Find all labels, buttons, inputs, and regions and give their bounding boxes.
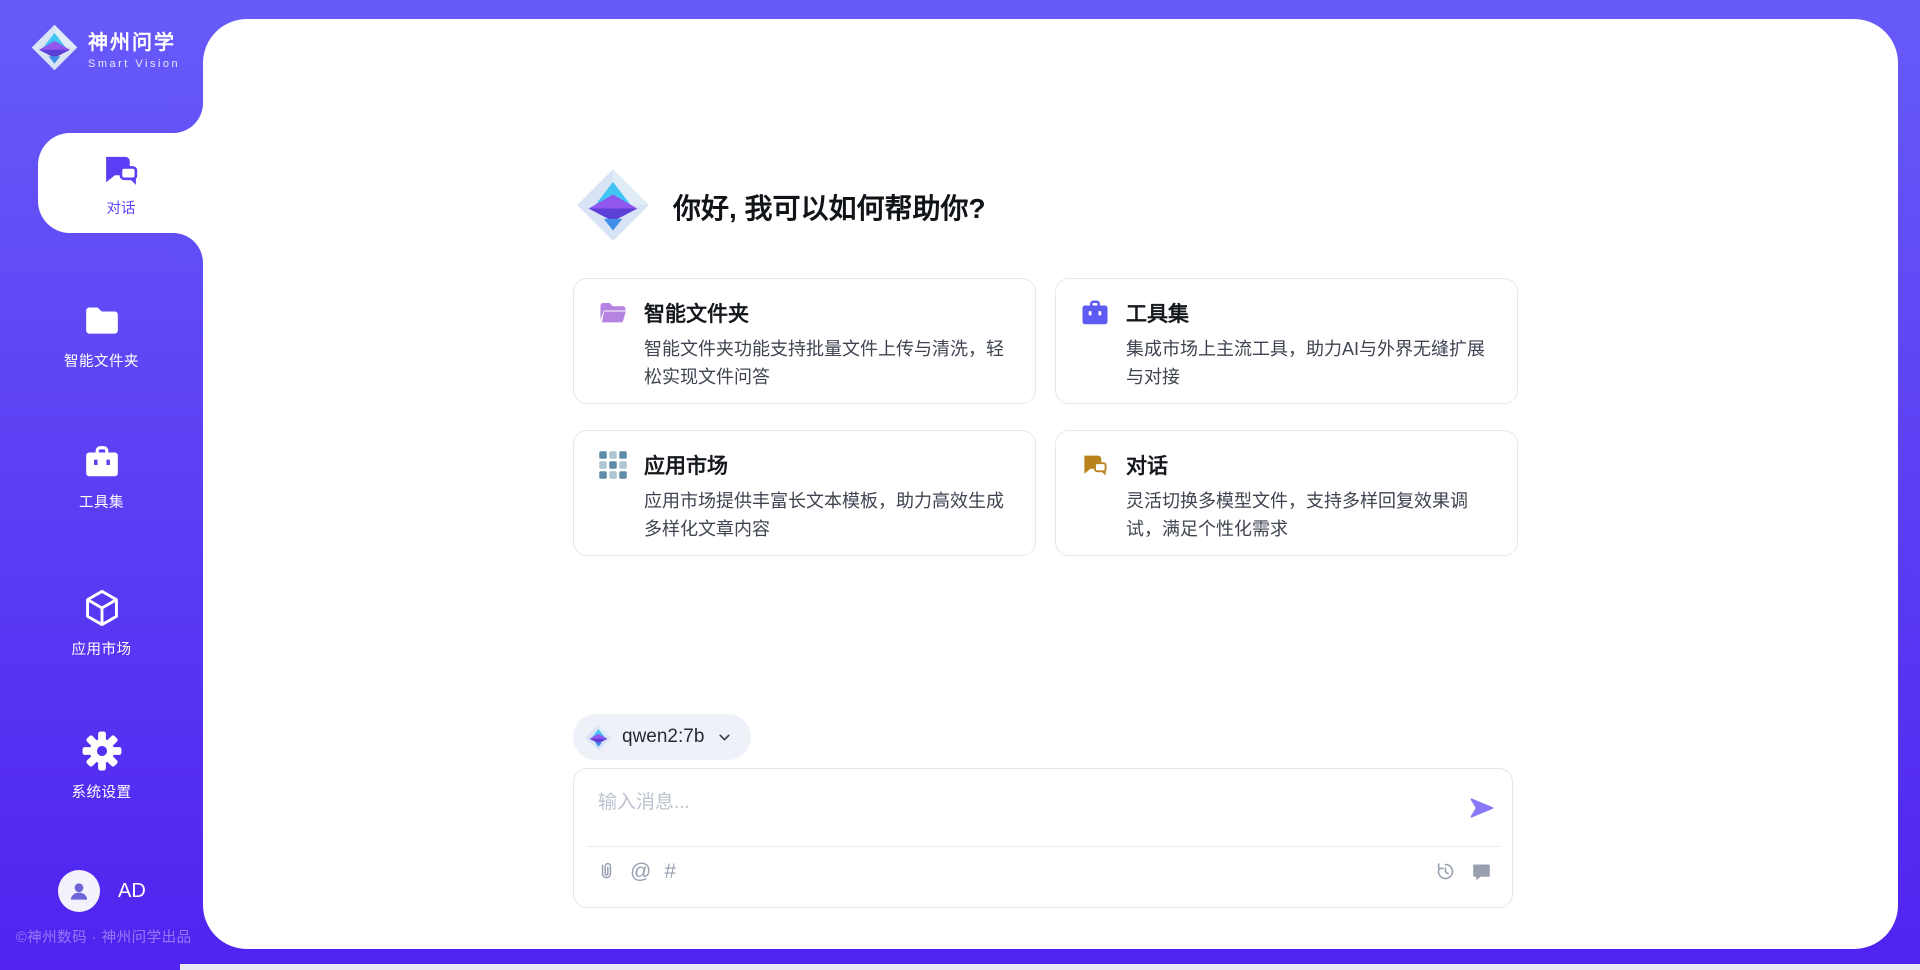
hash-icon[interactable]: # — [664, 861, 676, 882]
brand-diamond-logo-icon — [31, 24, 78, 71]
gear-icon — [82, 731, 122, 771]
card-title: 对话 — [1126, 450, 1168, 480]
user-name: AD — [118, 880, 146, 903]
card-header: 应用市场 — [598, 450, 1011, 480]
card-description: 灵活切换多模型文件，支持多样回复效果调试，满足个性化需求 — [1126, 487, 1493, 543]
sidebar-item-label: 工具集 — [79, 491, 124, 512]
sidebar-item-chat[interactable]: 对话 — [38, 133, 204, 233]
sidebar-item-app-market[interactable]: 应用市场 — [0, 588, 203, 659]
app-root: 神州问学 Smart Vision 对话 智能文件夹 工具集 应用市场 系统设置 — [0, 0, 1920, 970]
message-composer: @ # — [573, 768, 1513, 908]
chevron-down-icon — [716, 729, 733, 746]
toolbox-icon — [83, 443, 121, 481]
cube-icon — [82, 588, 122, 628]
sidebar: 神州问学 Smart Vision 对话 智能文件夹 工具集 应用市场 系统设置 — [0, 0, 203, 970]
greeting-diamond-logo-icon — [576, 168, 650, 242]
message-input[interactable] — [598, 785, 1448, 821]
sidebar-item-label: 智能文件夹 — [64, 350, 139, 371]
card-app-market[interactable]: 应用市场 应用市场提供丰富长文本模板，助力高效生成多样化文章内容 — [573, 430, 1036, 556]
card-smart-folder[interactable]: 智能文件夹 智能文件夹功能支持批量文件上传与清洗，轻松实现文件问答 — [573, 278, 1036, 404]
card-description: 智能文件夹功能支持批量文件上传与清洗，轻松实现文件问答 — [644, 335, 1011, 391]
card-chat[interactable]: 对话 灵活切换多模型文件，支持多样回复效果调试，满足个性化需求 — [1055, 430, 1518, 556]
active-tab-flare-bottom — [173, 233, 203, 263]
feature-cards: 智能文件夹 智能文件夹功能支持批量文件上传与清洗，轻松实现文件问答 工具集 集成… — [573, 278, 1518, 556]
paperclip-icon[interactable] — [596, 861, 617, 882]
copyright-text: ©神州数码 · 神州问学出品 — [16, 926, 192, 947]
main-panel: 你好, 我可以如何帮助你? 智能文件夹 智能文件夹功能支持批量文件上传与清洗，轻… — [203, 19, 1898, 949]
avatar — [58, 870, 100, 912]
brand: 神州问学 Smart Vision — [31, 24, 180, 71]
bubble-icon[interactable] — [1471, 861, 1492, 882]
brand-subtitle: Smart Vision — [88, 58, 180, 70]
sidebar-item-smart-folder[interactable]: 智能文件夹 — [0, 302, 203, 371]
send-icon — [1468, 794, 1496, 822]
card-title: 应用市场 — [644, 450, 728, 480]
composer-tools-right — [1435, 861, 1492, 882]
person-icon — [66, 878, 92, 904]
card-header: 工具集 — [1080, 298, 1493, 328]
model-diamond-logo-icon — [585, 724, 612, 751]
apps-grid-icon — [598, 450, 628, 480]
chat-icon — [1080, 450, 1110, 480]
model-name: qwen2:7b — [622, 726, 704, 748]
card-description: 应用市场提供丰富长文本模板，助力高效生成多样化文章内容 — [644, 487, 1011, 543]
chat-icon — [100, 149, 142, 191]
user-account[interactable]: AD — [58, 870, 146, 912]
model-selector[interactable]: qwen2:7b — [573, 714, 751, 760]
card-header: 智能文件夹 — [598, 298, 1011, 328]
card-title: 智能文件夹 — [644, 298, 749, 328]
send-button[interactable] — [1468, 794, 1496, 822]
card-toolset[interactable]: 工具集 集成市场上主流工具，助力AI与外界无缝扩展与对接 — [1055, 278, 1518, 404]
sidebar-item-settings[interactable]: 系统设置 — [0, 731, 203, 802]
brand-name: 神州问学 — [88, 26, 180, 55]
composer-tools-left: @ # — [596, 861, 676, 882]
sidebar-item-label: 系统设置 — [72, 781, 132, 802]
at-mention-icon[interactable]: @ — [630, 861, 651, 882]
card-header: 对话 — [1080, 450, 1493, 480]
history-icon[interactable] — [1435, 861, 1456, 882]
folder-open-icon — [598, 298, 628, 328]
composer-divider — [586, 846, 1500, 847]
bottom-scrollbar-strip[interactable] — [180, 964, 1920, 970]
greeting-title: 你好, 我可以如何帮助你? — [673, 187, 986, 227]
sidebar-item-label: 对话 — [107, 197, 136, 218]
sidebar-item-toolset[interactable]: 工具集 — [0, 443, 203, 512]
folder-icon — [83, 302, 121, 340]
card-title: 工具集 — [1126, 298, 1189, 328]
active-tab-flare-top — [173, 103, 203, 133]
sidebar-item-label: 应用市场 — [72, 638, 132, 659]
toolbox-icon — [1080, 298, 1110, 328]
card-description: 集成市场上主流工具，助力AI与外界无缝扩展与对接 — [1126, 335, 1493, 391]
